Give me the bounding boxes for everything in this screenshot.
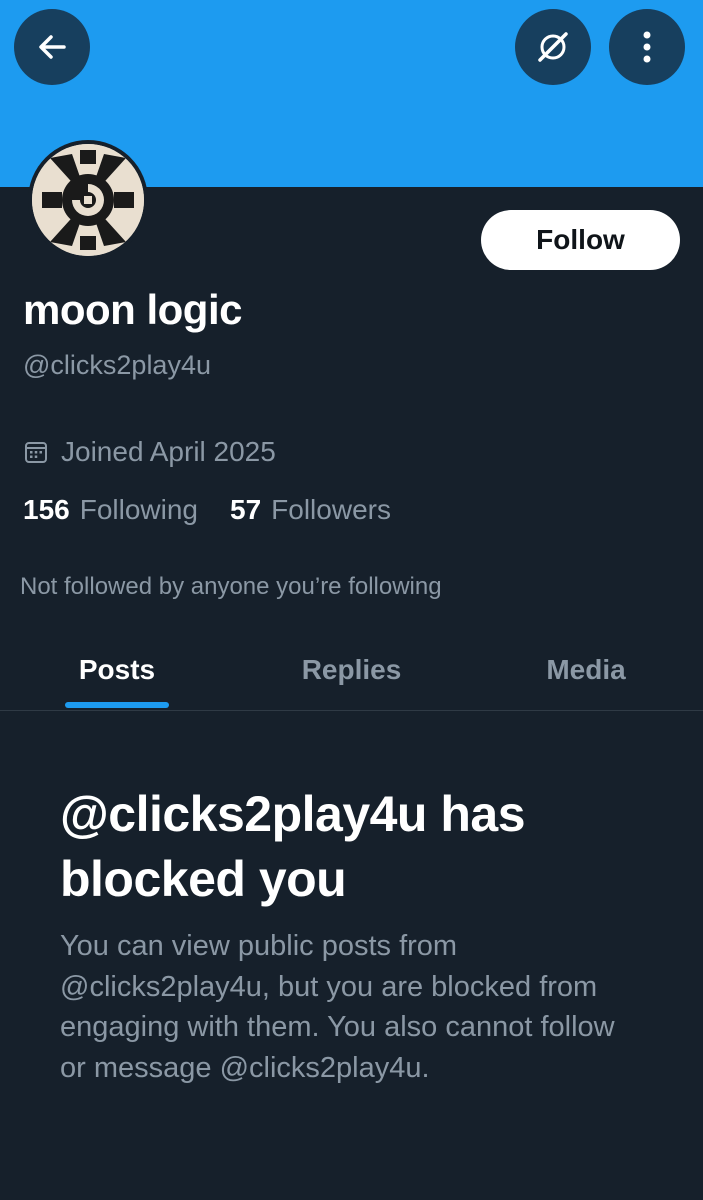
user-handle: @clicks2play4u <box>23 350 211 380</box>
display-name: moon logic <box>23 286 243 333</box>
arrow-left-icon <box>39 35 66 59</box>
active-tab-indicator <box>65 702 169 708</box>
more-vertical-icon <box>643 31 651 63</box>
joined-date: Joined April 2025 <box>23 434 276 470</box>
following-link[interactable]: 156 Following <box>23 494 198 526</box>
joined-label: Joined April 2025 <box>61 436 276 467</box>
grok-button[interactable] <box>515 9 591 85</box>
not-followed-notice: Not followed by anyone you’re following <box>20 573 442 600</box>
follow-stats: 156 Following 57 Followers <box>23 494 391 526</box>
more-options-button[interactable] <box>609 9 685 85</box>
profile-tabs: Posts Replies Media <box>0 630 703 711</box>
avatar-image <box>32 144 144 256</box>
followers-link[interactable]: 57 Followers <box>230 494 391 526</box>
back-button[interactable] <box>14 9 90 85</box>
blocked-description: You can view public posts from @clicks2p… <box>60 930 615 1084</box>
following-count: 156 <box>23 494 70 525</box>
following-label: Following <box>79 494 198 525</box>
grok-icon <box>538 32 568 62</box>
tab-media[interactable]: Media <box>469 630 703 710</box>
calendar-icon <box>25 442 47 463</box>
follow-button[interactable]: Follow <box>481 210 680 270</box>
tab-replies[interactable]: Replies <box>234 630 469 710</box>
blocked-title: @clicks2play4u has blocked you <box>60 786 526 907</box>
avatar[interactable] <box>28 140 148 260</box>
followers-label: Followers <box>271 494 391 525</box>
tab-posts[interactable]: Posts <box>0 630 234 710</box>
followers-count: 57 <box>230 494 262 525</box>
